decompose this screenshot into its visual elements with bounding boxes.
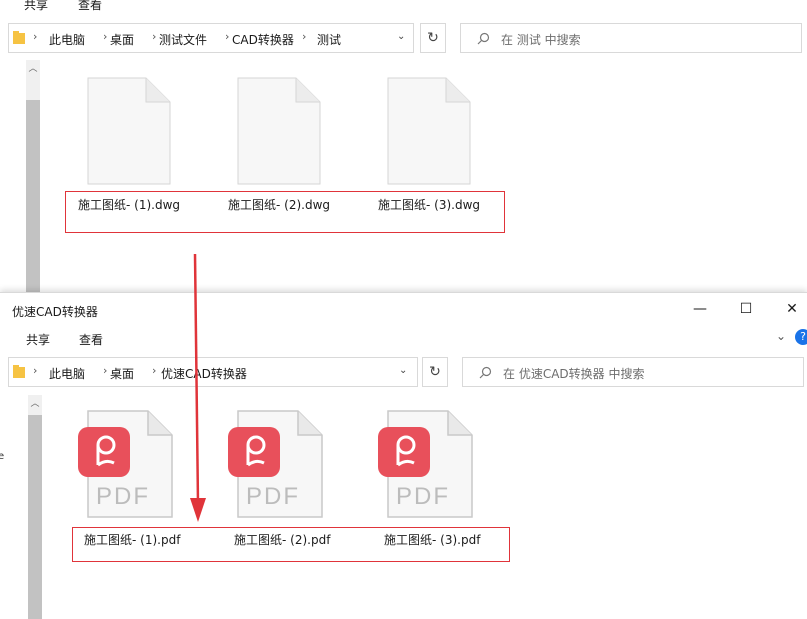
breadcrumb-desktop[interactable]: 桌面	[110, 365, 134, 382]
file-name-dwg-2[interactable]: 施工图纸- (2).dwg	[228, 196, 388, 213]
ribbon-expand-icon[interactable]: ⌄	[776, 329, 786, 343]
chevron-right-icon: ›	[33, 364, 38, 377]
maximize-icon[interactable]: ☐	[736, 301, 756, 317]
ribbon-tab-share[interactable]: 共享	[24, 0, 48, 13]
refresh-button[interactable]: ↻	[420, 23, 446, 53]
file-item-dwg-2[interactable]	[234, 76, 364, 189]
vertical-scrollbar[interactable]: ︿	[28, 395, 42, 619]
edge-glyph: e	[0, 451, 4, 462]
file-item-dwg-1[interactable]	[84, 76, 214, 189]
chevron-right-icon: ›	[152, 364, 157, 377]
chevron-up-icon[interactable]: ︿	[28, 397, 42, 411]
search-icon	[477, 32, 490, 45]
refresh-icon: ↻	[427, 30, 439, 46]
ribbon-tab-view[interactable]: 查看	[78, 0, 102, 13]
scrollbar-thumb[interactable]	[28, 415, 42, 619]
search-placeholder: 在 优速CAD转换器 中搜索	[503, 367, 645, 381]
vertical-scrollbar[interactable]: ︿	[26, 60, 40, 300]
breadcrumb-cad-converter[interactable]: CAD转换器	[232, 31, 294, 48]
chevron-right-icon: ›	[302, 30, 307, 43]
search-icon	[479, 366, 492, 379]
refresh-button[interactable]: ↻	[422, 357, 448, 387]
folder-icon	[13, 365, 25, 378]
pdf-badge-text: PDF	[396, 483, 450, 510]
scrollbar-thumb[interactable]	[26, 100, 40, 300]
explorer-window-converter: 优速CAD转换器 — ☐ ✕ 共享 查看 ⌄ ? › 此电脑 › 桌面 › 优速…	[0, 292, 807, 619]
file-item-pdf-3[interactable]: PDF	[376, 409, 506, 524]
chevron-right-icon: ›	[103, 364, 108, 377]
chevron-right-icon: ›	[103, 30, 108, 43]
file-name-pdf-2[interactable]: 施工图纸- (2).pdf	[234, 531, 394, 548]
dwg-file-icon	[387, 77, 471, 185]
minimize-icon[interactable]: —	[690, 301, 710, 317]
ribbon-tab-share[interactable]: 共享	[26, 331, 50, 348]
refresh-icon: ↻	[429, 364, 441, 380]
down-arrow-icon	[190, 253, 206, 522]
explorer-window-test: 共享 查看 ⌃ › 此电脑 › 桌面 › 测试文件 › CAD转换器 › 测试 …	[0, 0, 807, 300]
ribbon-expand-icon[interactable]: ⌃	[776, 0, 786, 8]
file-name-dwg-3[interactable]: 施工图纸- (3).dwg	[378, 196, 538, 213]
search-input[interactable]: 在 测试 中搜索	[460, 23, 802, 53]
breadcrumb-test-files[interactable]: 测试文件	[159, 31, 207, 48]
chevron-down-icon[interactable]: ⌄	[397, 31, 405, 42]
ribbon-tab-view[interactable]: 查看	[79, 331, 103, 348]
chevron-down-icon[interactable]: ⌄	[399, 365, 407, 376]
file-name-pdf-3[interactable]: 施工图纸- (3).pdf	[384, 531, 544, 548]
breadcrumb-test[interactable]: 测试	[317, 31, 341, 48]
close-icon[interactable]: ✕	[782, 301, 802, 317]
dwg-file-icon	[237, 77, 321, 185]
chevron-right-icon: ›	[152, 30, 157, 43]
file-item-dwg-3[interactable]	[384, 76, 514, 189]
dwg-file-icon	[87, 77, 171, 185]
file-name-pdf-1[interactable]: 施工图纸- (1).pdf	[84, 531, 244, 548]
breadcrumb-this-pc[interactable]: 此电脑	[49, 31, 85, 48]
chevron-right-icon: ›	[33, 30, 38, 43]
pdf-badge-text: PDF	[96, 483, 150, 510]
chevron-up-icon[interactable]: ︿	[26, 62, 40, 76]
folder-icon	[13, 31, 25, 44]
chevron-right-icon: ›	[225, 30, 230, 43]
file-item-pdf-2[interactable]: PDF	[226, 409, 356, 524]
breadcrumb-desktop[interactable]: 桌面	[110, 31, 134, 48]
pdf-badge-text: PDF	[246, 483, 300, 510]
file-name-dwg-1[interactable]: 施工图纸- (1).dwg	[78, 196, 238, 213]
address-bar[interactable]: › 此电脑 › 桌面 › 测试文件 › CAD转换器 › 测试 ⌄	[8, 23, 414, 53]
search-input[interactable]: 在 优速CAD转换器 中搜索	[462, 357, 804, 387]
search-placeholder: 在 测试 中搜索	[501, 33, 581, 47]
window-title: 优速CAD转换器	[12, 305, 98, 319]
help-icon[interactable]: ?	[795, 329, 807, 345]
breadcrumb-this-pc[interactable]: 此电脑	[49, 365, 85, 382]
